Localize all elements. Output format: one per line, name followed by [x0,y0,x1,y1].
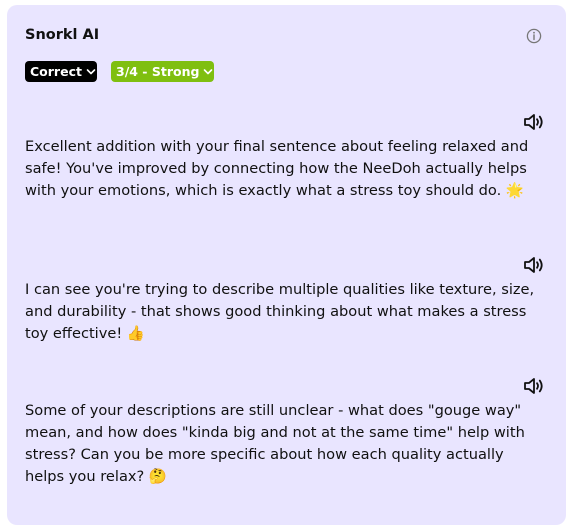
feedback-paragraph: Excellent addition with your final sente… [25,138,529,199]
speaker-icon[interactable] [523,377,545,395]
strength-label: 3/4 - Strong [116,64,200,79]
feedback-paragraph: Some of your descriptions are still uncl… [25,402,525,485]
correctness-label: Correct [30,64,82,79]
feedback-panel: Snorkl AI Correct 3/4 - Strong Excellent… [7,5,566,525]
panel-title: Snorkl AI [25,27,100,43]
info-icon[interactable] [526,28,542,44]
speaker-icon[interactable] [523,256,545,274]
strength-dropdown[interactable]: 3/4 - Strong [111,61,214,82]
chevron-down-icon [204,68,213,74]
correctness-dropdown[interactable]: Correct [25,61,97,82]
speaker-icon[interactable] [523,113,545,131]
feedback-paragraph: I can see you're trying to describe mult… [25,281,535,342]
chevron-down-icon [86,68,96,74]
